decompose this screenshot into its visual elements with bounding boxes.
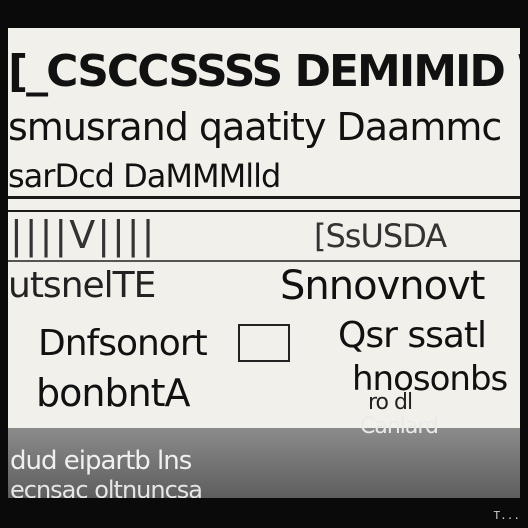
row2-right: Qsr ssatl <box>338 315 487 356</box>
header-line-3: sarDcd DaMMMlld <box>8 157 281 195</box>
row5-right: Canlard <box>360 414 439 439</box>
row2-left: Dnfsonort <box>38 323 208 364</box>
bar-text-right: [SsUSDA <box>314 217 447 255</box>
corner-mark: T... <box>493 509 521 522</box>
divider-2 <box>8 210 520 212</box>
row3-left: bonbntA <box>36 371 191 415</box>
header-line-2: smusrand qaatity Daammc <box>8 105 502 149</box>
outline-box <box>238 324 290 362</box>
footer-line-2: ecnsac oltnuncsa <box>10 476 203 498</box>
row1-left: utsnelTE <box>8 265 156 306</box>
bar-text-left: ||||V|||| <box>10 213 157 257</box>
row1-right: Snnovnovt <box>280 263 485 309</box>
divider-top <box>8 196 520 199</box>
footer-line-1: dud eipartb lns <box>10 446 192 476</box>
divider-3 <box>8 260 520 262</box>
row4-right: ro dl <box>368 390 413 415</box>
header-line-1: [_CSCCSSSS DEMIMID WRcn <box>8 46 520 97</box>
image-frame: [_CSCCSSSS DEMIMID WRcn smusrand qaatity… <box>8 28 520 498</box>
